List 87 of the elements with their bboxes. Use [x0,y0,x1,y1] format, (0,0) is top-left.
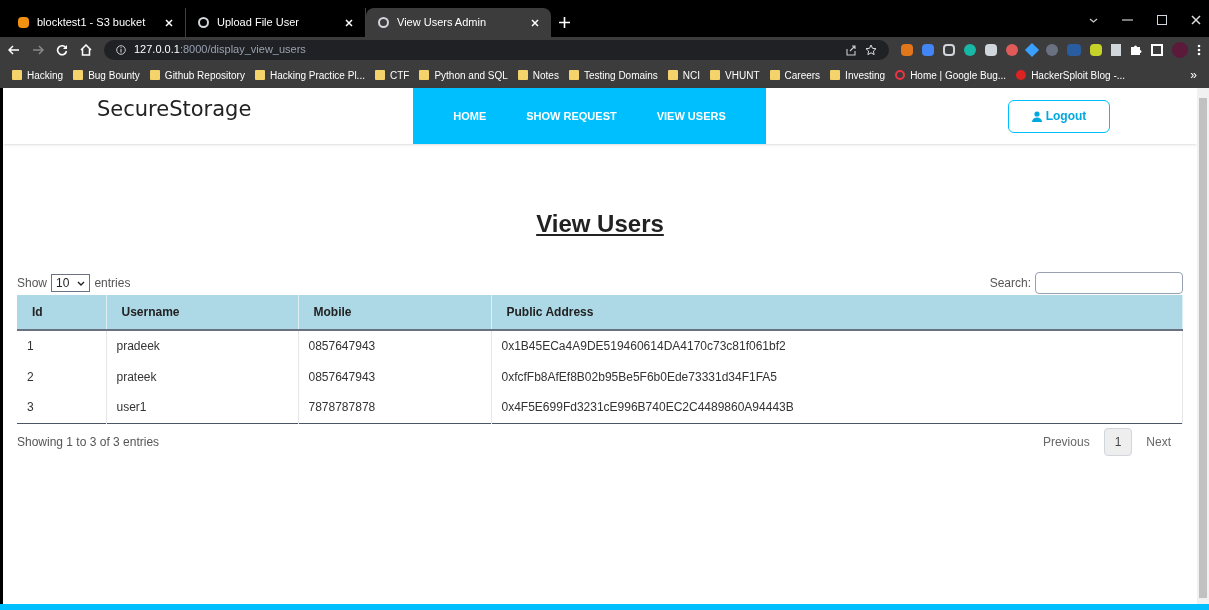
share-icon[interactable] [845,43,857,56]
maximize-icon[interactable] [1157,15,1167,25]
folder-icon [12,70,22,80]
table-cell: 0x4F5E699Fd3231cE996B740EC2C4489860A94443B [491,392,1183,423]
bookmark-item[interactable]: Hacking [12,67,64,83]
star-icon[interactable] [865,43,877,56]
new-tab-icon[interactable] [559,17,570,28]
page-heading: View Users [536,209,664,239]
table-cell: 0857647943 [298,330,491,361]
side-panel-icon[interactable] [1151,43,1163,56]
column-header[interactable]: Public Address [491,295,1183,330]
user-icon [1031,110,1042,122]
table-cell: user1 [106,392,298,423]
bookmark-item[interactable]: VHUNT [710,67,760,83]
window-extension-icon[interactable] [943,43,955,56]
caret-icon [77,280,86,286]
entries-label: entries [94,275,131,292]
info-icon[interactable] [116,44,126,55]
square-extension-icon[interactable] [985,43,997,56]
bookmark-item[interactable]: Hacking Practice Pl... [254,67,365,83]
tab-title: View Users Admin [397,15,488,31]
column-header[interactable]: Mobile [298,295,491,330]
overflow-chevron[interactable]: » [1190,66,1197,84]
table-cell: 2 [17,361,106,392]
target-icon [895,70,906,80]
address-bar[interactable]: 127.0.0.1:8000/display_view_users [104,39,889,60]
url-path: :8000/display_view_users [179,43,306,56]
bookmark-item[interactable]: Careers [769,67,821,83]
reload-icon[interactable] [56,43,68,56]
bookmark-item[interactable]: Bug Bounty [73,67,140,83]
url-host: 127.0.0.1 [134,43,180,56]
table-cell: pradeek [106,330,298,361]
table-cell: 0x1B45ECa4A9DE519460614DA4170c73c81f061bf2 [491,330,1183,361]
folder-icon [374,70,385,80]
folder-icon [769,70,780,80]
folder-icon [830,70,841,80]
bookmark-item[interactable]: Home | Google Bug... [895,67,1007,83]
menu-icon[interactable] [1197,43,1201,56]
scrollbar-thumb[interactable] [1199,98,1207,598]
caret-icon[interactable] [1089,17,1098,23]
bookmark-item[interactable]: NCI [667,67,701,83]
pagination-button[interactable]: Next [1136,427,1181,456]
search-field[interactable] [1035,272,1183,294]
folder-icon [149,70,160,80]
tile-extension-icon[interactable] [1090,43,1102,56]
bookmark-item[interactable]: Notes [517,67,559,83]
page-size-select[interactable]: 10 [51,274,91,292]
bookmark-item[interactable]: HackerSploit Blog -... [1016,67,1126,83]
bookmark-item[interactable]: Investing [830,67,886,83]
tab-title: Upload File User [217,15,300,31]
table-cell: 3 [17,392,106,423]
pagination-button[interactable]: 1 [1103,427,1133,456]
column-header[interactable]: Id [17,295,106,330]
circle-extension-icon[interactable] [964,43,976,56]
table-cell: 7878787878 [298,392,491,423]
brand-name: SecureStorage [97,96,253,124]
folder-icon [568,70,579,80]
table-cell: 1 [17,330,106,361]
browser-tab[interactable]: View Users Admin [366,8,551,37]
back-icon[interactable] [8,44,20,55]
document-extension-icon[interactable] [1111,43,1121,56]
table-cell: 0857647943 [298,361,491,392]
show-label: Show [17,275,48,292]
search-label: Search: [989,275,1031,292]
column-header[interactable]: Username [106,295,298,330]
folder-icon [517,70,528,80]
folder-icon [254,70,265,80]
tab-title: blocktest1 - S3 bucket [37,15,147,31]
pagination-button[interactable]: Previous [1032,427,1100,456]
folder-icon [419,70,430,80]
bookmark-item[interactable]: Python and SQL [419,67,508,83]
close-icon[interactable] [1191,15,1201,25]
forward-icon[interactable] [32,44,44,55]
table-cell: prateek [106,361,298,392]
globe-icon [378,17,389,28]
table-cell: 0xfcfFb8AfEf8B02b95Be5F6b0Ede73331d34F1FA5 [491,361,1183,392]
folder-icon [73,70,84,80]
home-icon[interactable] [80,43,92,56]
cube-icon [18,17,29,28]
bookmark-item[interactable]: Testing Domains [568,67,658,83]
bookmark-item[interactable]: Github Repository [149,67,245,83]
globe-icon [198,17,209,28]
folder-icon [710,70,721,80]
folder-icon [667,70,678,80]
bookmark-item[interactable]: CTF [374,67,410,83]
puzzle-icon[interactable] [1130,43,1142,56]
table-info: Showing 1 to 3 of 3 entries [17,433,160,451]
